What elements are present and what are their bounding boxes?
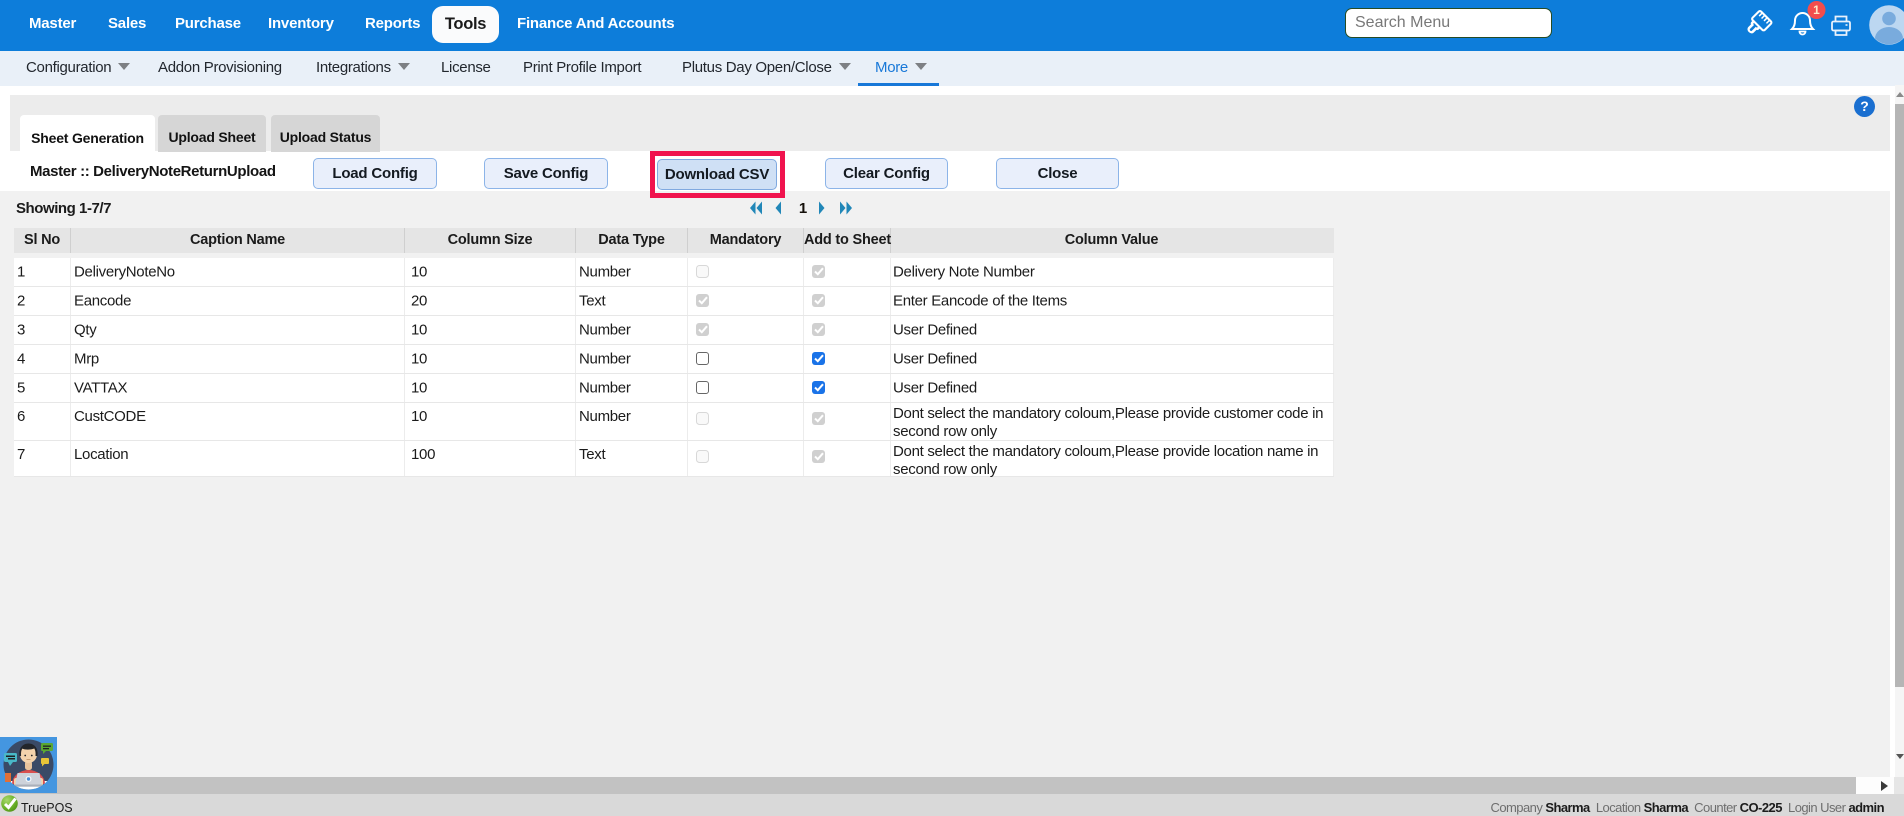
svg-text:1: 1 [1813,3,1820,17]
